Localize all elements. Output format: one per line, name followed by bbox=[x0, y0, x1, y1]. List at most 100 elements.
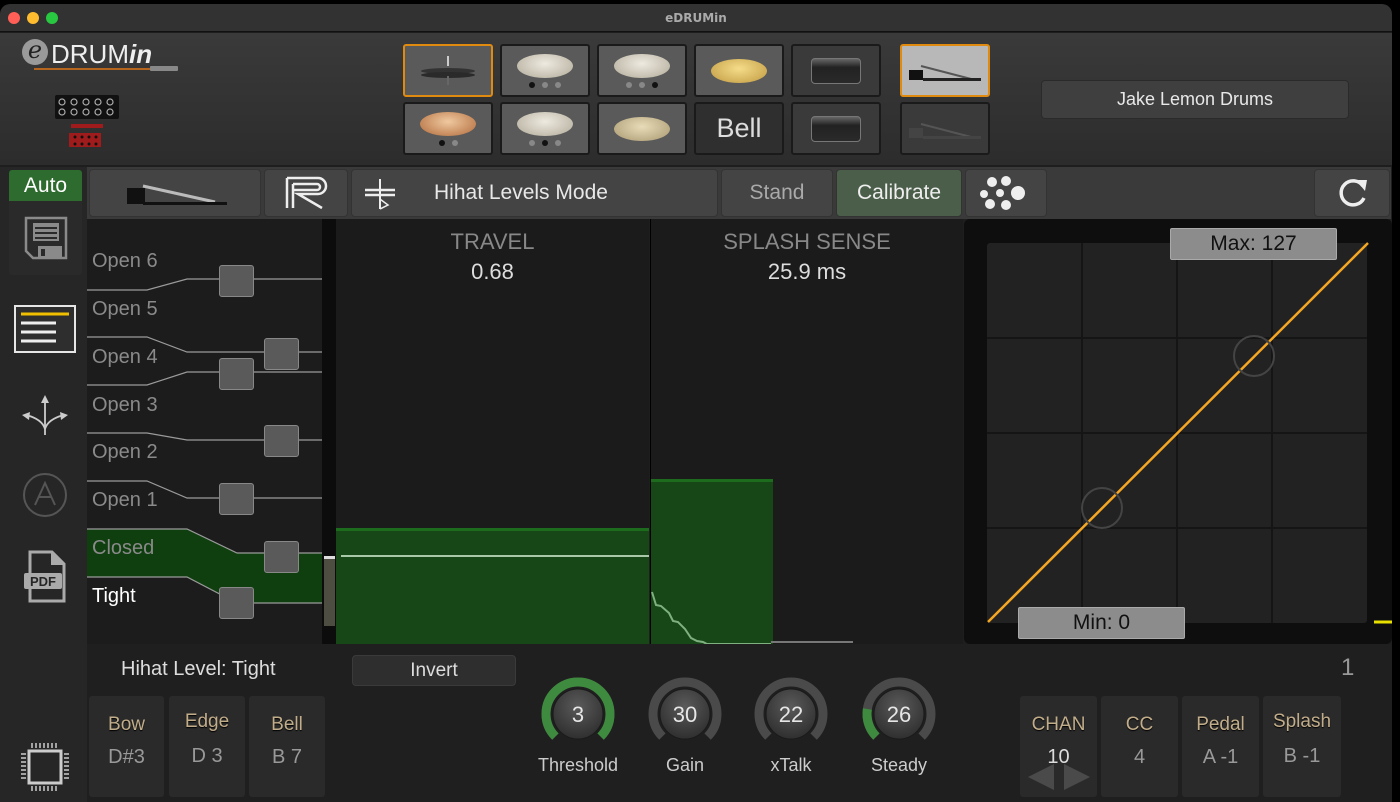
circle-a-icon bbox=[23, 473, 67, 517]
knob-steady[interactable]: 26 Steady bbox=[859, 677, 939, 776]
knob-dial[interactable]: 22 bbox=[751, 677, 831, 753]
crash-icon bbox=[614, 116, 670, 141]
header: e DRUMin Bell Jake Lemon Drums bbox=[0, 33, 1392, 165]
pad-pedal-top[interactable] bbox=[900, 44, 990, 97]
mode-label: Hihat Levels Mode bbox=[434, 181, 608, 204]
knob-label: Threshold bbox=[538, 755, 619, 775]
level-label[interactable]: Open 5 bbox=[92, 298, 158, 321]
pad-ride-mid[interactable] bbox=[500, 102, 590, 155]
note-bell[interactable]: Bell B 7 bbox=[249, 696, 325, 797]
midi-key: Pedal bbox=[1196, 714, 1245, 735]
knob-dial[interactable]: 26 bbox=[859, 677, 939, 753]
travel-bar bbox=[336, 528, 649, 644]
pad-ride-bell[interactable] bbox=[597, 44, 687, 97]
pad-pedal-bottom[interactable] bbox=[900, 102, 990, 155]
mode-select-button[interactable]: Hihat Levels Mode bbox=[351, 169, 718, 217]
level-label[interactable]: Open 1 bbox=[92, 489, 158, 512]
stand-button[interactable]: Stand bbox=[721, 169, 833, 217]
pedal-select-button[interactable] bbox=[89, 169, 261, 217]
levels-view-button[interactable] bbox=[14, 299, 76, 359]
pad-ride-bow[interactable] bbox=[500, 44, 590, 97]
note-bow[interactable]: Bow D#3 bbox=[89, 696, 164, 797]
knob-dial[interactable]: 3 bbox=[538, 677, 618, 753]
velocity-curve-graph[interactable] bbox=[964, 219, 1392, 644]
level-handle[interactable] bbox=[264, 338, 299, 370]
pdf-label: PDF bbox=[30, 574, 56, 589]
note-key: Edge bbox=[184, 711, 230, 732]
knob-dial[interactable]: 30 bbox=[645, 677, 725, 753]
zone-dot bbox=[529, 139, 535, 146]
midi-value: 4 bbox=[1133, 746, 1146, 768]
level-label[interactable]: Closed bbox=[92, 537, 154, 560]
hihat-levels-panel: Open 6 Open 5 Open 4 Open 3 Open 2 Open … bbox=[87, 219, 322, 644]
crash-icon bbox=[420, 111, 476, 136]
level-handle[interactable] bbox=[219, 265, 254, 297]
bottom-panel: Hihat Level: Tight Invert 1 Bow D#3 Edge… bbox=[87, 644, 1392, 802]
save-button[interactable] bbox=[9, 201, 82, 275]
level-label[interactable]: Open 6 bbox=[92, 250, 158, 273]
midi-value: B -1 bbox=[1283, 745, 1321, 767]
calibrate-button[interactable]: Calibrate bbox=[836, 169, 962, 217]
logo-e-badge: e bbox=[22, 38, 48, 65]
midi-value: A -1 bbox=[1202, 746, 1239, 768]
level-label[interactable]: Open 2 bbox=[92, 441, 158, 464]
pad-crash-light[interactable] bbox=[597, 102, 687, 155]
hihat-icon bbox=[365, 179, 395, 210]
auto-button[interactable]: Auto bbox=[9, 170, 82, 201]
sidebar: Auto PDF bbox=[0, 167, 87, 802]
knob-gain[interactable]: 30 Gain bbox=[645, 677, 725, 776]
midi-pedal[interactable]: Pedal A -1 bbox=[1182, 696, 1259, 797]
pad-hihat[interactable] bbox=[403, 44, 493, 97]
pad-snare-1[interactable] bbox=[791, 44, 881, 97]
pad-gold-cymbal[interactable] bbox=[694, 44, 784, 97]
snare-icon bbox=[811, 57, 861, 84]
zone-dot bbox=[542, 81, 548, 88]
note-edge[interactable]: Edge D 3 bbox=[169, 696, 245, 797]
zone-dot bbox=[626, 81, 632, 88]
pads-layout-button[interactable] bbox=[965, 169, 1047, 217]
hardware-button[interactable] bbox=[14, 737, 76, 797]
note-key: Bow bbox=[108, 714, 145, 735]
level-label[interactable]: Open 4 bbox=[92, 346, 158, 369]
level-handle[interactable] bbox=[264, 425, 299, 457]
zone-dot bbox=[555, 81, 561, 88]
zone-dot bbox=[555, 139, 561, 146]
invert-button[interactable]: Invert bbox=[352, 655, 516, 686]
midi-splash[interactable]: Splash B -1 bbox=[1263, 696, 1341, 797]
min-label[interactable]: Min: 0 bbox=[1018, 607, 1185, 639]
knob-xtalk[interactable]: 22 xTalk bbox=[751, 677, 831, 776]
level-handle[interactable] bbox=[264, 541, 299, 573]
roland-mode-button[interactable] bbox=[264, 169, 348, 217]
toolbar: Hihat Levels Mode Stand Calibrate bbox=[87, 167, 1391, 219]
level-label-current[interactable]: Tight bbox=[92, 585, 136, 608]
chip-icon bbox=[21, 743, 69, 791]
pad-bell[interactable]: Bell bbox=[694, 102, 784, 155]
cymbal-icon bbox=[614, 53, 670, 78]
refresh-button[interactable] bbox=[1314, 169, 1390, 217]
cymbal-icon bbox=[517, 111, 573, 136]
max-label[interactable]: Max: 127 bbox=[1170, 228, 1337, 260]
routing-button[interactable] bbox=[14, 385, 76, 445]
kit-name-button[interactable]: Jake Lemon Drums bbox=[1041, 80, 1349, 119]
chan-next-arrow[interactable] bbox=[1064, 764, 1090, 790]
splash-decay-curve bbox=[651, 591, 853, 644]
auto-a-button[interactable] bbox=[14, 465, 76, 525]
knob-threshold[interactable]: 3 Threshold bbox=[538, 677, 618, 776]
level-handle[interactable] bbox=[219, 587, 254, 619]
pdf-manual-button[interactable]: PDF bbox=[14, 547, 76, 607]
pedal-icon bbox=[127, 184, 227, 205]
level-handle[interactable] bbox=[219, 358, 254, 390]
app-window: eDRUMin e DRUMin Bell Jake Lemon Drums H… bbox=[0, 4, 1392, 802]
window-title: eDRUMin bbox=[665, 11, 727, 25]
level-label[interactable]: Open 3 bbox=[92, 394, 158, 417]
pad-crash-copper[interactable] bbox=[403, 102, 493, 155]
note-value: B 7 bbox=[271, 746, 303, 768]
midi-cc[interactable]: CC 4 bbox=[1101, 696, 1178, 797]
level-handle[interactable] bbox=[219, 483, 254, 515]
chan-prev-arrow[interactable] bbox=[1028, 764, 1054, 790]
pad-snare-2[interactable] bbox=[791, 102, 881, 155]
split-arrows-icon bbox=[22, 395, 68, 435]
midi-chan[interactable]: CHAN 10 bbox=[1020, 696, 1097, 797]
travel-threshold-line[interactable] bbox=[341, 555, 649, 557]
io-ports-icon[interactable] bbox=[55, 95, 119, 147]
